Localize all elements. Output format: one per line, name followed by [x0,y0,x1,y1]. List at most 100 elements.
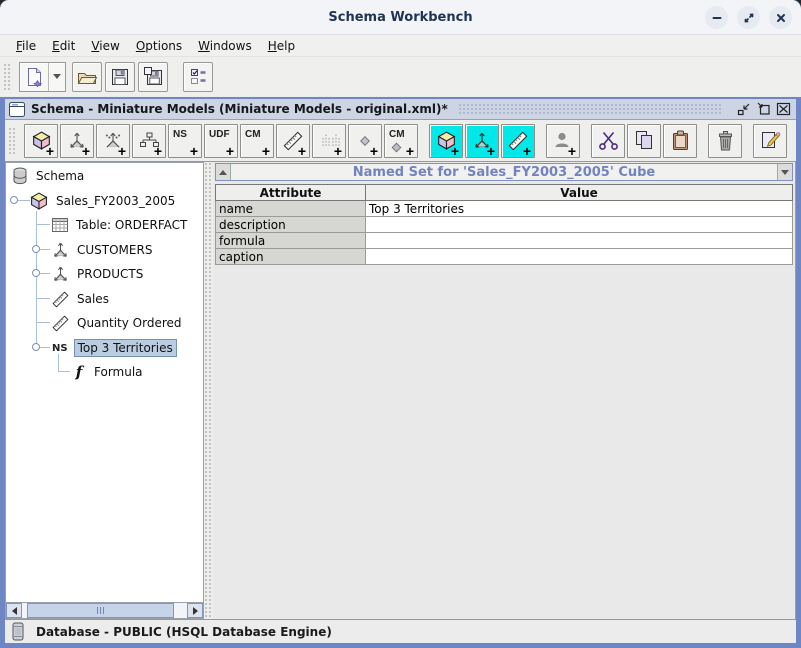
window-titlebar[interactable]: Schema Workbench [0,0,801,35]
header-dropdown-button[interactable] [777,164,792,180]
value-cell-description[interactable] [366,217,793,233]
frame-title: Schema - Miniature Models (Miniature Mod… [31,102,448,116]
add-role-button[interactable]: + [546,124,580,158]
tree-item-quantity-ordered[interactable]: Quantity Ordered [6,311,201,335]
frame-minimize-button[interactable] [735,101,752,117]
trash-icon [717,131,734,151]
add-level-button[interactable]: + [312,124,346,158]
frame-titlebar[interactable]: Schema - Miniature Models (Miniature Mod… [5,99,796,120]
selected-tree-label: Top 3 Territories [74,339,177,357]
table-row: formula [216,233,793,249]
column-header-attribute[interactable]: Attribute [216,185,366,201]
open-button[interactable] [72,62,102,92]
add-dimension-usage-button[interactable]: + [96,124,130,158]
frame-maximize-button[interactable] [755,101,772,117]
schema-content: Schema Sales_FY2003_2005 [5,162,796,619]
new-cube-button[interactable]: + [429,124,463,158]
menu-edit[interactable]: Edit [44,37,83,55]
tree-item-named-set[interactable]: NS Top 3 Territories [6,336,201,360]
table-row: description [216,217,793,233]
schema-toolbar-drag-handle[interactable] [8,127,17,155]
minimize-button[interactable] [705,6,728,29]
attribute-table: Attribute Value name Top 3 Territories d… [215,184,793,265]
copy-button[interactable] [627,124,661,158]
named-set-icon: NS [52,343,68,354]
attr-cell-caption: caption [216,249,366,265]
attr-cell-description: description [216,217,366,233]
add-calculated-member-button[interactable]: CM + [240,124,274,158]
tree-item-formula[interactable]: f Formula [6,360,201,384]
column-header-value[interactable]: Value [366,185,793,201]
database-status-icon [12,622,24,641]
schema-tree: Schema Sales_FY2003_2005 [5,162,204,619]
editor-header-bar: Named Set for 'Sales_FY2003_2005' Cube [215,163,793,181]
new-schema-dropdown[interactable] [48,63,65,91]
tree-item-customers[interactable]: CUSTOMERS [6,238,201,262]
add-dimension-button[interactable]: + [60,124,94,158]
chevron-down-icon [53,74,61,79]
paste-button[interactable] [663,124,697,158]
frame-minimize-icon [737,102,751,116]
main-toolbar [0,57,801,96]
delete-button[interactable] [708,124,742,158]
new-dimension-button[interactable]: + [465,124,499,158]
close-button[interactable] [769,6,792,29]
header-collapse-button[interactable] [216,164,231,180]
tree-item-cube[interactable]: Sales_FY2003_2005 [6,189,201,213]
new-measure-button[interactable]: + [501,124,535,158]
formula-icon: f [72,363,86,381]
new-schema-split-button[interactable] [19,62,66,92]
preferences-toggle-button[interactable] [183,62,213,92]
menu-file[interactable]: File [8,37,44,55]
tree-item-schema[interactable]: Schema [6,164,201,188]
minimize-icon [711,12,723,24]
frame-close-button[interactable] [775,101,792,117]
preferences-icon [190,68,207,85]
tree-item-products[interactable]: PRODUCTS [6,262,201,286]
split-pane-divider[interactable] [204,162,213,619]
edit-mode-button[interactable] [753,124,787,158]
cut-button[interactable] [591,124,625,158]
copy-icon [635,130,654,151]
add-measure-button[interactable]: + [276,124,310,158]
database-icon [12,167,28,185]
add-virtual-calculated-member-button[interactable]: CM + [384,124,418,158]
value-cell-caption[interactable] [366,249,793,265]
tree-horizontal-scrollbar[interactable] [6,602,203,618]
frame-close-icon [776,102,791,116]
scroll-right-button[interactable] [187,603,203,618]
add-cube-button[interactable]: + [24,124,58,158]
edit-pencil-icon [760,130,781,151]
tree-item-sales[interactable]: Sales [6,287,201,311]
menu-options[interactable]: Options [128,37,190,55]
scroll-left-button[interactable] [6,603,22,618]
restore-icon [743,12,755,24]
restore-button[interactable] [737,6,760,29]
scrollbar-thumb[interactable] [27,603,174,618]
save-as-button[interactable] [138,62,168,92]
menu-view[interactable]: View [83,37,127,55]
add-udf-button[interactable]: UDF + [204,124,238,158]
menu-windows[interactable]: Windows [190,37,260,55]
scrollbar-track[interactable] [22,603,187,618]
menu-help[interactable]: Help [260,37,303,55]
schema-workbench-window: Schema Workbench File Edit View Options … [0,0,801,648]
schema-internal-frame: Schema - Miniature Models (Miniature Mod… [0,97,801,648]
table-icon [52,218,68,232]
add-hierarchy-button[interactable]: + [132,124,166,158]
clipboard-icon [672,130,689,151]
open-folder-icon [77,69,97,85]
save-button[interactable] [105,62,135,92]
chevron-down-icon [781,170,789,175]
add-named-set-button[interactable]: NS + [168,124,202,158]
tree-item-table[interactable]: Table: ORDERFACT [6,213,201,237]
value-cell-formula[interactable] [366,233,793,249]
save-as-icon [144,67,163,86]
frame-titlebar-texture [458,103,722,116]
add-property-button[interactable]: + [348,124,382,158]
value-cell-name[interactable]: Top 3 Territories [366,201,793,217]
menu-bar: File Edit View Options Windows Help [0,35,801,57]
window-controls [705,6,792,29]
toolbar-drag-handle[interactable] [3,63,12,91]
editor-header-title: Named Set for 'Sales_FY2003_2005' Cube [231,164,777,180]
